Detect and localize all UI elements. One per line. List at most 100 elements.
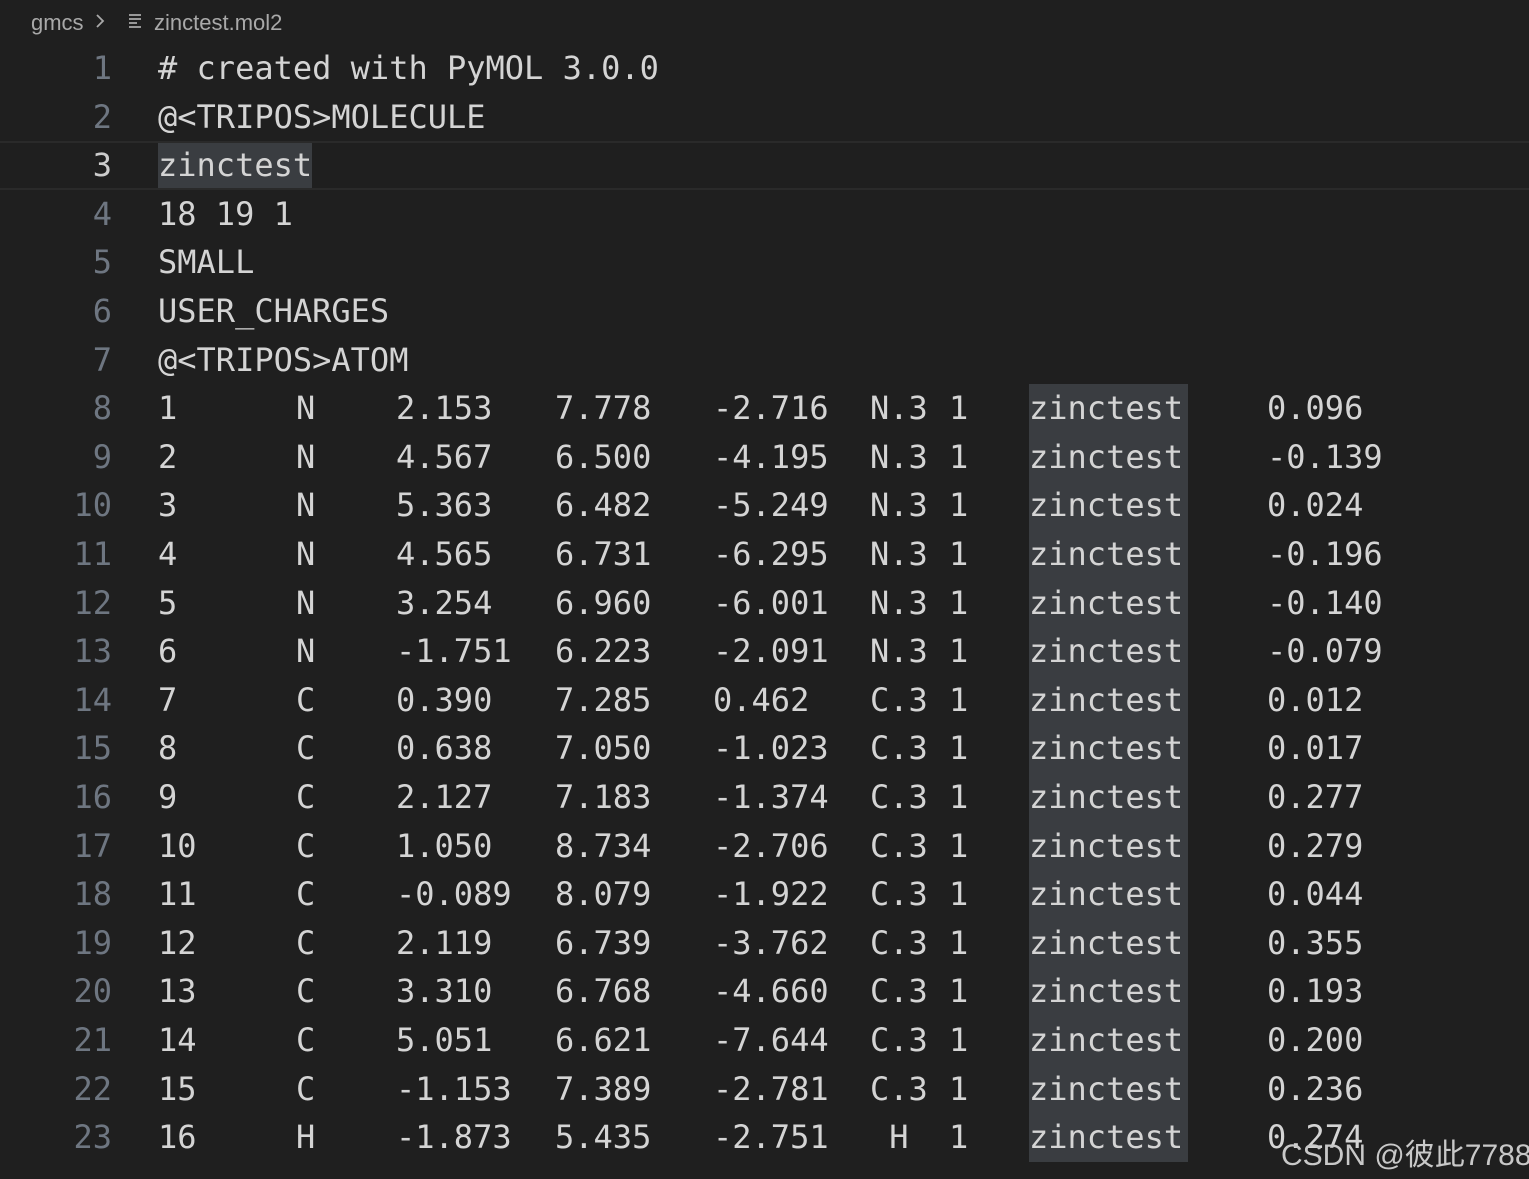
line-text: zinctest	[158, 143, 313, 188]
line-number: 14	[73, 680, 112, 719]
atom-type: C.3	[870, 1069, 928, 1108]
atom-charge: 0.200	[1267, 1021, 1364, 1059]
substructure-name: zinctest	[1029, 773, 1188, 822]
atom-row[interactable]: 20 13 C 3.310 6.768 -4.660 C.3 1 zinctest 0.193	[0, 967, 1529, 1016]
atom-x: 4.567	[396, 437, 493, 476]
atom-row[interactable]: 11 4 N 4.565 6.731 -6.295 N.3 1 zinctest -0.196	[0, 530, 1529, 579]
atom-row[interactable]: 21 14 C 5.051 6.621 -7.644 C.3 1 zinctest 0.200	[0, 1016, 1529, 1065]
substructure-id: 1	[949, 1118, 969, 1157]
code-line[interactable]: 1 # created with PyMOL 3.0.0	[0, 44, 1529, 93]
substructure-id: 1	[949, 486, 969, 525]
atom-y: 6.731	[555, 535, 652, 573]
atom-row[interactable]: 22 15 C -1.153 7.389 -2.781 C.3 1 zinctest 0.236	[0, 1064, 1529, 1114]
code-line[interactable]: 6 USER_CHARGES	[0, 287, 1529, 336]
atom-x: 1.050	[396, 826, 493, 865]
atom-z: -1.023	[713, 729, 829, 768]
atom-z: -2.706	[713, 826, 829, 865]
atom-name: C	[296, 826, 316, 865]
atom-name: N	[296, 632, 316, 671]
atom-id: 10	[158, 826, 197, 865]
code-line[interactable]: 2 @<TRIPOS>MOLECULE	[0, 93, 1529, 142]
line-number: 7	[92, 340, 112, 379]
atom-charge: -0.196	[1267, 535, 1383, 573]
atom-charge: 0.096	[1267, 389, 1364, 428]
code-line[interactable]: 7 @<TRIPOS>ATOM	[0, 336, 1529, 385]
atom-type: C.3	[870, 680, 928, 719]
atom-name: N	[296, 437, 316, 476]
atom-row[interactable]: 9 2 N 4.567 6.500 -4.195 N.3 1 zinctest -0.139	[0, 432, 1529, 482]
atom-name: N	[296, 583, 316, 622]
code-line[interactable]: 4 18 19 1	[0, 190, 1529, 239]
atom-type: H	[870, 1118, 909, 1157]
breadcrumb-folder[interactable]: gmcs	[31, 10, 84, 36]
atom-name: C	[296, 1021, 316, 1059]
atom-id: 1	[158, 389, 178, 428]
atom-charge: 0.277	[1267, 778, 1364, 816]
atom-id: 14	[158, 1021, 197, 1059]
atom-id: 9	[158, 778, 178, 816]
code-editor[interactable]: 1 # created with PyMOL 3.0.0 2 @<TRIPOS>MOL…	[0, 44, 1529, 1179]
atom-row[interactable]: 17 10 C 1.050 8.734 -2.706 C.3 1 zinctest 0.279	[0, 821, 1529, 871]
substructure-name: zinctest	[1029, 870, 1188, 919]
substructure-name: zinctest	[1029, 481, 1188, 530]
breadcrumb-file[interactable]: zinctest.mol2	[154, 10, 282, 36]
atom-charge: 0.024	[1267, 486, 1364, 525]
atom-x: 5.051	[396, 1021, 493, 1059]
atom-y: 8.079	[555, 875, 652, 914]
line-number: 16	[73, 778, 112, 816]
atom-row[interactable]: 10 3 N 5.363 6.482 -5.249 N.3 1 zinctest 0.024	[0, 481, 1529, 530]
atom-row[interactable]: 19 12 C 2.119 6.739 -3.762 C.3 1 zinctest 0.355	[0, 918, 1529, 968]
atom-z: -6.001	[713, 583, 829, 622]
atom-x: 3.254	[396, 583, 493, 622]
code-line[interactable]: 3 zinctest	[0, 141, 1529, 190]
atom-x: 4.565	[396, 535, 493, 573]
line-number: 1	[92, 49, 112, 87]
line-number: 21	[73, 1021, 112, 1059]
atom-row[interactable]: 14 7 C 0.390 7.285 0.462 C.3 1 zinctest 0.012	[0, 675, 1529, 725]
line-number: 23	[73, 1118, 112, 1157]
atom-id: 12	[158, 923, 197, 962]
atom-row[interactable]: 16 9 C 2.127 7.183 -1.374 C.3 1 zinctest 0.277	[0, 773, 1529, 822]
atom-y: 6.739	[555, 923, 652, 962]
atom-name: C	[296, 923, 316, 962]
line-text: @<TRIPOS>MOLECULE	[158, 97, 486, 136]
line-number: 10	[73, 486, 112, 525]
line-number: 22	[73, 1069, 112, 1108]
atom-charge: 0.012	[1267, 680, 1364, 719]
atom-row[interactable]: 15 8 C 0.638 7.050 -1.023 C.3 1 zinctest 0.017	[0, 724, 1529, 773]
atom-row[interactable]: 13 6 N -1.751 6.223 -2.091 N.3 1 zinctest -0.079	[0, 627, 1529, 676]
line-number: 9	[92, 437, 112, 476]
atom-y: 7.050	[555, 729, 652, 768]
atom-x: 0.390	[396, 680, 493, 719]
atom-name: N	[296, 389, 316, 428]
code-line[interactable]: 5 SMALL	[0, 238, 1529, 287]
atom-row[interactable]: 18 11 C -0.089 8.079 -1.922 C.3 1 zinctest 0.044	[0, 870, 1529, 919]
atom-type: C.3	[870, 972, 928, 1011]
atom-z: 0.462	[713, 680, 810, 719]
line-number: 5	[92, 243, 112, 282]
atom-type: C.3	[870, 1021, 928, 1059]
atom-name: N	[296, 486, 316, 525]
atom-charge: 0.193	[1267, 972, 1364, 1011]
lines-file-icon	[127, 9, 145, 39]
atom-x: 2.153	[396, 389, 493, 428]
substructure-id: 1	[949, 923, 969, 962]
atom-name: C	[296, 1069, 316, 1108]
atom-y: 5.435	[555, 1118, 652, 1157]
line-number: 11	[73, 535, 112, 573]
atom-row[interactable]: 8 1 N 2.153 7.778 -2.716 N.3 1 zinctest 0.096	[0, 384, 1529, 433]
substructure-id: 1	[949, 583, 969, 622]
substructure-id: 1	[949, 437, 969, 476]
line-number: 8	[92, 389, 112, 428]
atom-charge: 0.236	[1267, 1069, 1364, 1108]
atom-id: 7	[158, 680, 178, 719]
atom-type: N.3	[870, 632, 928, 671]
substructure-name: zinctest	[1029, 432, 1188, 482]
atom-type: N.3	[870, 389, 928, 428]
substructure-name: zinctest	[1029, 530, 1188, 579]
atom-charge: -0.140	[1267, 583, 1383, 622]
atom-z: -7.644	[713, 1021, 829, 1059]
substructure-name: zinctest	[1029, 821, 1188, 871]
line-number: 19	[73, 923, 112, 962]
atom-row[interactable]: 12 5 N 3.254 6.960 -6.001 N.3 1 zinctest -0.140	[0, 578, 1529, 628]
